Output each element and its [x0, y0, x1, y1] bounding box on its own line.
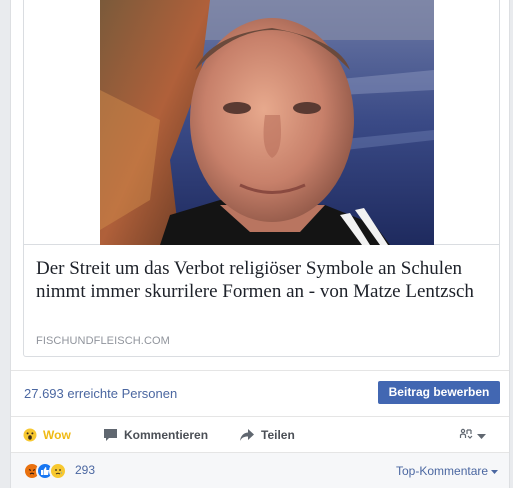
- link-preview[interactable]: Der Streit um das Verbot religiöser Symb…: [23, 0, 500, 357]
- chevron-down-icon: [477, 427, 486, 445]
- reactions-summary-row: 293 Top-Kommentare: [11, 452, 509, 488]
- link-domain: FISCHUNDFLEISCH.COM: [36, 335, 170, 347]
- reaction-icons[interactable]: [23, 462, 67, 480]
- portrait-photo: [100, 0, 434, 245]
- share-button[interactable]: Teilen: [239, 426, 295, 444]
- comment-sort-label: Top-Kommentare: [396, 464, 489, 478]
- post-card: Der Streit um das Verbot religiöser Symb…: [10, 0, 510, 488]
- wow-reaction-button[interactable]: Wow: [23, 426, 71, 444]
- audience-selector-icon: [459, 427, 473, 445]
- share-icon: [239, 428, 255, 442]
- link-preview-image-area: [24, 0, 499, 245]
- share-label: Teilen: [261, 428, 295, 442]
- wow-icon: [23, 428, 37, 442]
- link-preview-photo: [100, 0, 434, 245]
- link-headline[interactable]: Der Streit um das Verbot religiöser Symb…: [36, 257, 491, 303]
- sad-icon: [49, 462, 67, 480]
- action-bar: Wow Kommentieren Teilen: [11, 416, 509, 451]
- caret-down-icon: [491, 464, 499, 478]
- wow-label: Wow: [43, 428, 71, 442]
- insights-row: 27.693 erreichte Personen Beitrag bewerb…: [11, 370, 509, 415]
- promote-post-button[interactable]: Beitrag bewerben: [378, 381, 500, 404]
- reach-count-link[interactable]: 27.693 erreichte Personen: [24, 386, 177, 401]
- comment-icon: [103, 428, 118, 442]
- comment-button[interactable]: Kommentieren: [103, 426, 208, 444]
- reaction-count[interactable]: 293: [75, 463, 95, 477]
- comment-sort-dropdown[interactable]: Top-Kommentare: [396, 464, 499, 478]
- audience-selector[interactable]: [459, 427, 486, 445]
- comment-label: Kommentieren: [124, 428, 209, 442]
